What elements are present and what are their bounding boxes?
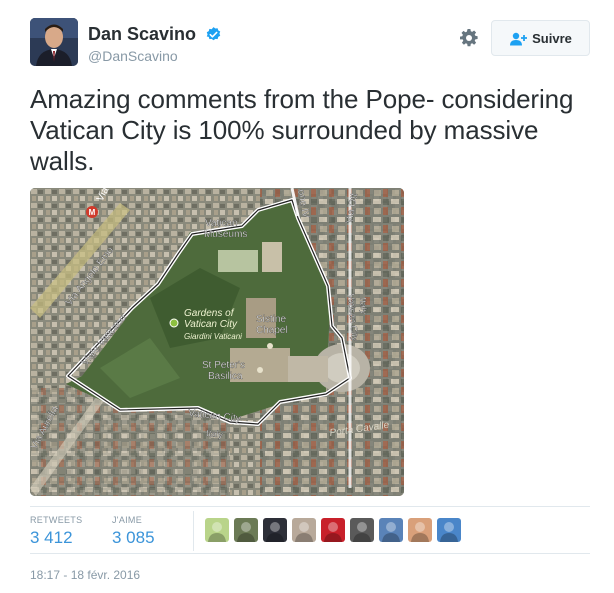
follow-label: Suivre [532,31,572,47]
likes-label: J'AIME [112,515,143,525]
metro-icon: M [89,208,96,217]
user-handle[interactable]: @DanScavino [88,48,222,64]
map-label-italy-bottom: Italy [206,428,224,440]
tweet-media-map[interactable]: M Via Via Angelo Emo Viale Vaticano Via … [30,188,404,496]
retweets-stat[interactable]: RETWEETS 3 412 [30,515,82,548]
liker-avatar-3[interactable] [263,518,287,542]
liker-avatar-1[interactable] [205,518,229,542]
follow-button[interactable]: Suivre [491,20,590,56]
tweet-timestamp[interactable]: 18:17 - 18 févr. 2016 [30,568,140,582]
liker-avatar-7[interactable] [379,518,403,542]
likes-stat[interactable]: J'AIME 3 085 [112,515,155,548]
liker-avatar-2[interactable] [234,518,258,542]
tweet-stats: RETWEETS 3 412 J'AIME 3 085 [30,506,590,554]
gear-icon[interactable] [459,28,479,48]
liker-avatar-8[interactable] [408,518,432,542]
map-label-italy-right: Italy [358,297,369,315]
likes-count: 3 085 [112,528,155,547]
tweet-text: Amazing comments from the Pope- consider… [30,84,574,176]
add-user-icon [509,32,528,46]
liker-avatar-6[interactable] [350,518,374,542]
verified-badge-icon [205,26,222,43]
liker-avatar-4[interactable] [292,518,316,542]
likers-avatars [205,518,466,542]
liker-avatar-9[interactable] [437,518,461,542]
user-fullname[interactable]: Dan Scavino [88,24,196,45]
map-label-st-peters: St Peter's Basilica [202,360,245,382]
retweets-count: 3 412 [30,528,73,547]
avatar[interactable] [30,18,78,66]
map-label-sistine: Sistine Chapel [256,314,288,336]
map-label-gardens: Gardens of Vatican City [184,308,238,330]
tweet-header: Dan Scavino @DanScavino Suivre [30,18,590,70]
user-names: Dan Scavino @DanScavino [88,24,222,64]
stats-divider [193,511,194,551]
retweets-label: RETWEETS [30,515,83,525]
liker-avatar-5[interactable] [321,518,345,542]
map-label-giardini: Giardini Vaticani [184,332,242,341]
